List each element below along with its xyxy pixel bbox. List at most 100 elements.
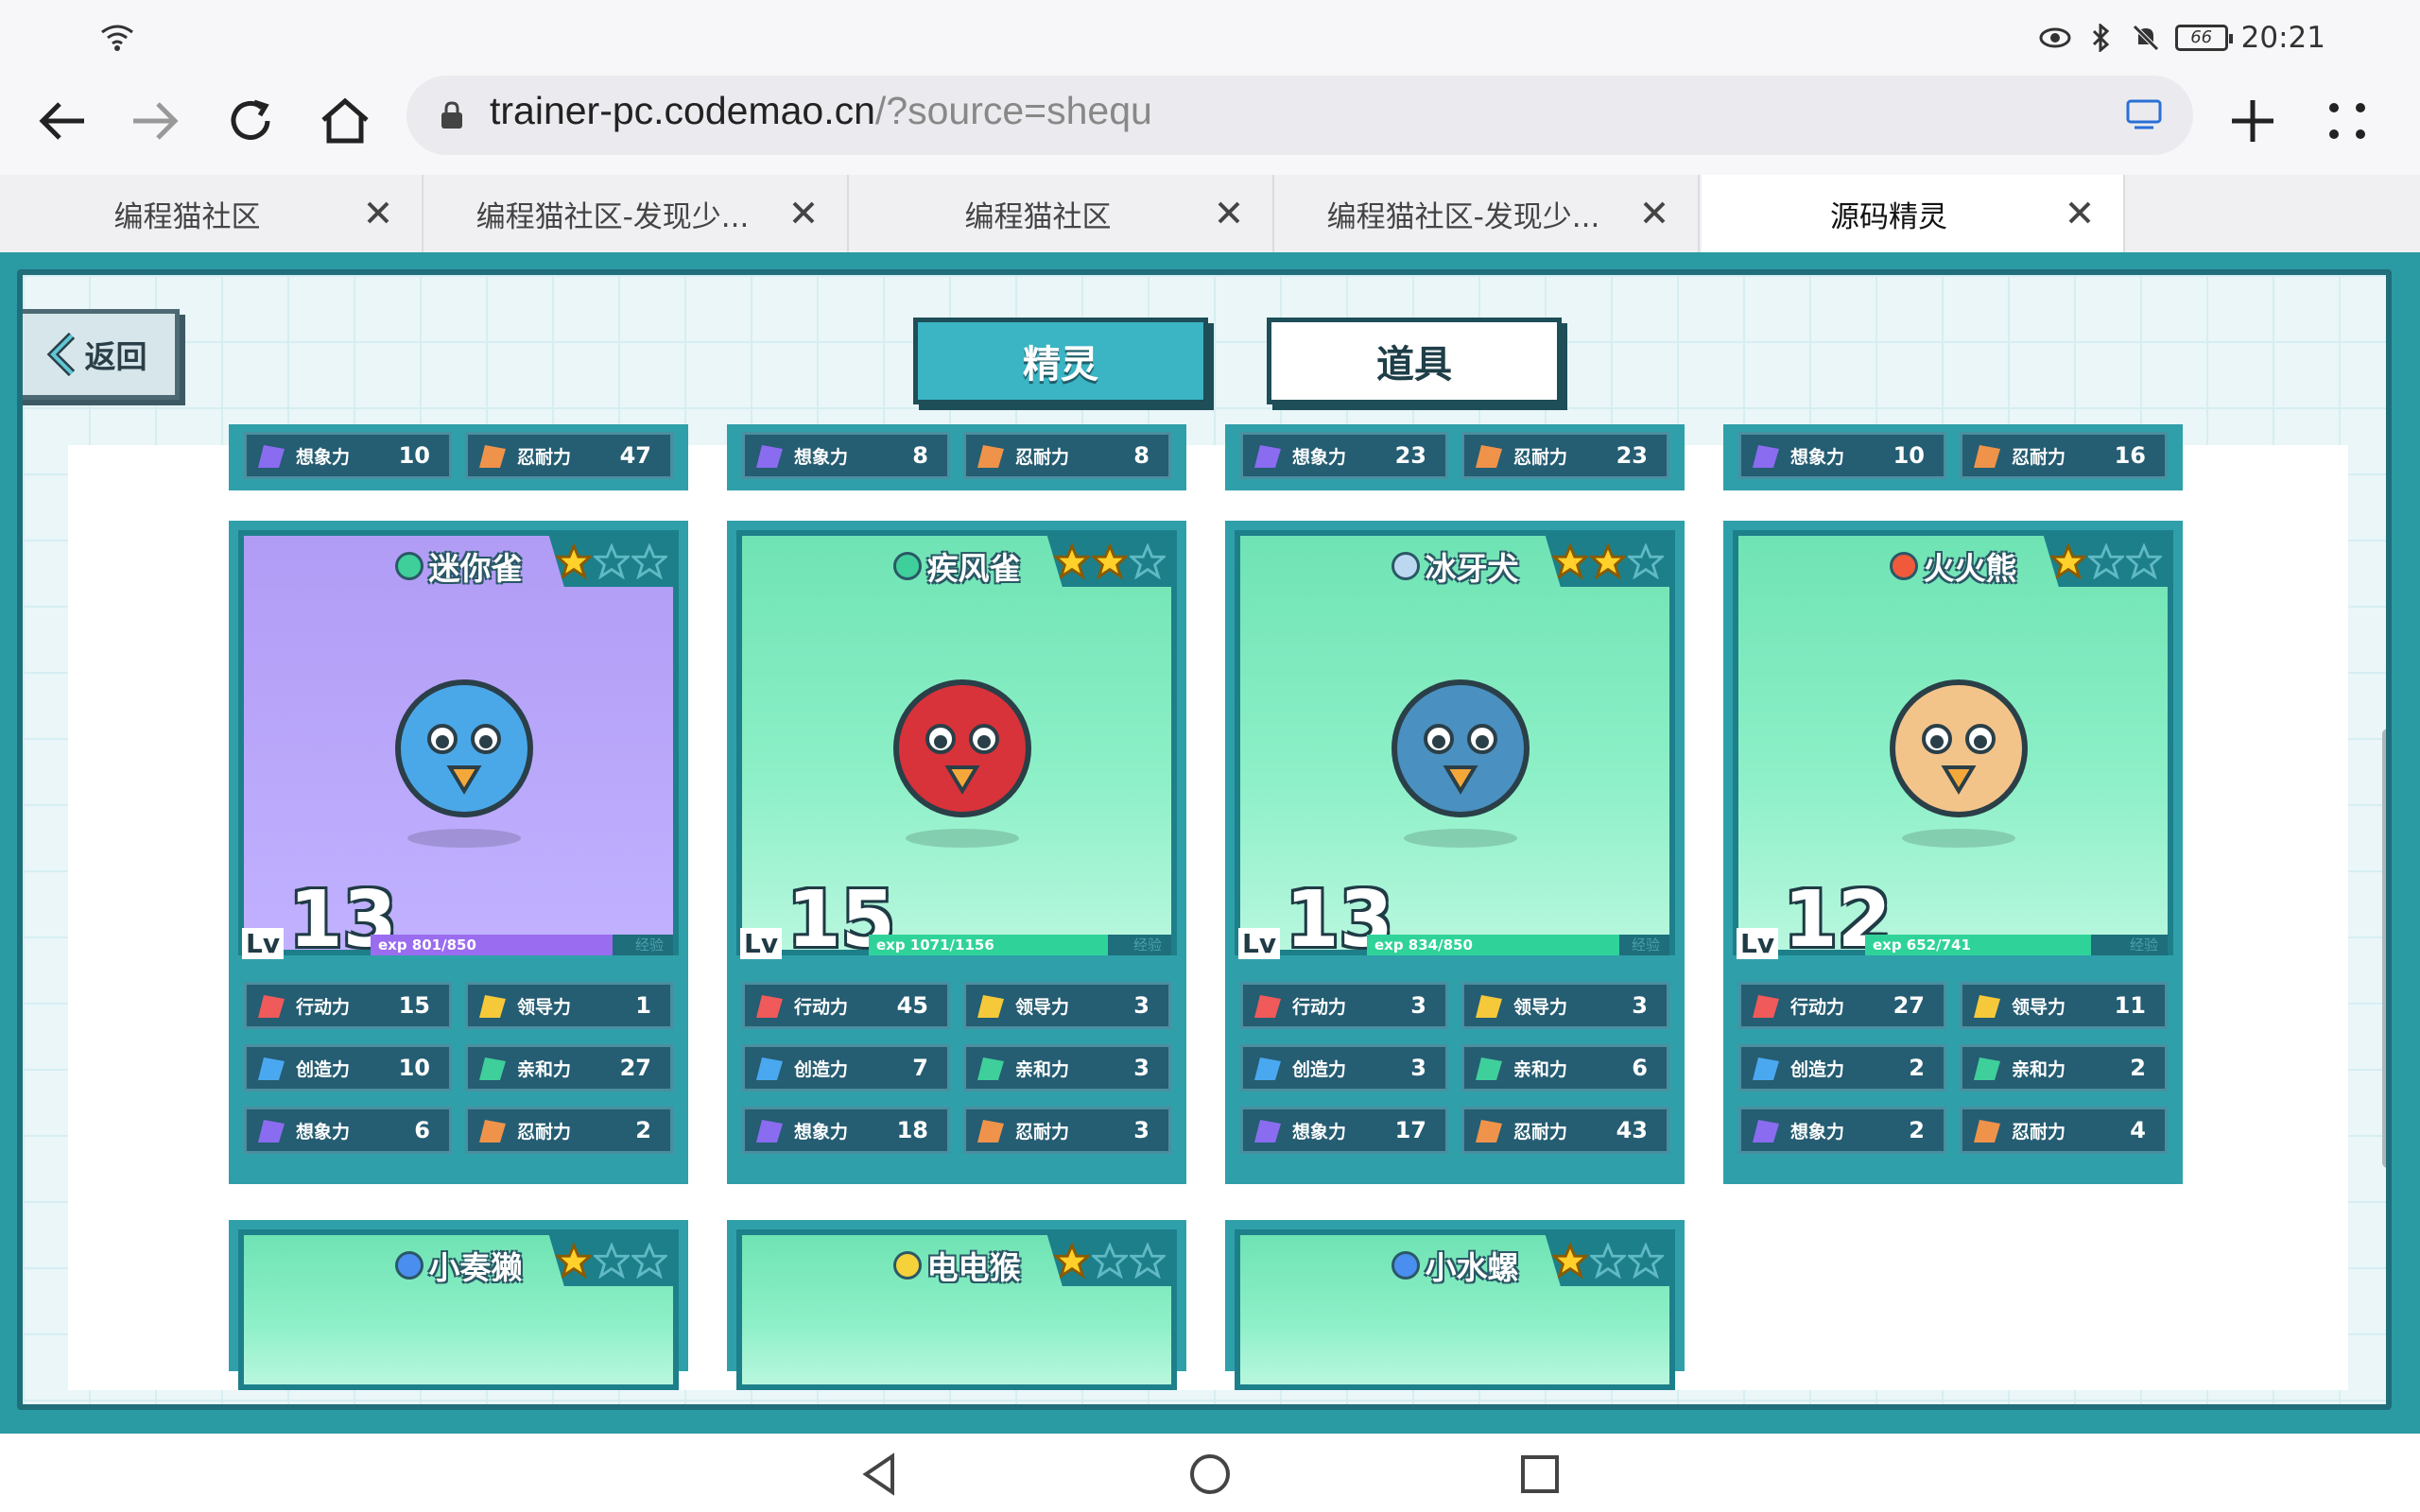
bluetooth-icon <box>2092 24 2109 52</box>
star-filled-icon <box>1092 543 1128 579</box>
address-bar[interactable]: trainer-pc.codemao.cn/?source=shequ <box>406 76 2193 155</box>
close-icon[interactable] <box>361 196 395 230</box>
nav-recents-icon[interactable] <box>1516 1451 1564 1498</box>
card-partial-top[interactable]: 想象力 8 忍耐力 8 <box>727 424 1186 490</box>
sprite-portrait: 小水螺 <box>1235 1229 1675 1390</box>
element-water-icon <box>1391 1251 1420 1280</box>
new-tab-button[interactable] <box>2220 88 2286 154</box>
exp-bar: exp 801/850 经验 <box>371 935 673 955</box>
mute-bell-icon <box>2132 25 2159 51</box>
star-filled-icon <box>556 1243 592 1279</box>
browser-tab[interactable]: 编程猫社区 <box>0 175 424 252</box>
stat-endure-icon <box>1974 1120 2000 1143</box>
stat-imagine-icon <box>756 1120 783 1143</box>
close-icon[interactable] <box>1637 196 1671 230</box>
sprite-card[interactable]: 冰牙犬 Lv 13 exp 834/850 经验 行动力 3 领导力 3 创造力 3 亲和力 6 想象力… <box>1225 521 1685 1184</box>
arrow-left-icon <box>39 102 84 140</box>
sprite-name: 冰牙犬 <box>1425 550 1519 587</box>
stat-endure-icon <box>1974 445 2000 468</box>
sprite-card-partial[interactable]: 小水螺 <box>1225 1220 1685 1390</box>
stat-imagine-icon <box>1254 445 1281 468</box>
stat-friend: 亲和力 6 <box>1461 1044 1669 1091</box>
game-viewport: 返回 精灵 道具 想象力 10 忍耐力 47 想象力 8 忍耐力 8 想象力 23 忍耐力 23 想象力… <box>0 252 2420 1434</box>
stat-lead-icon <box>1476 995 1502 1018</box>
star-empty-icon <box>1130 543 1166 579</box>
reload-button[interactable] <box>217 88 284 154</box>
star-empty-icon <box>1628 543 1664 579</box>
stat-endure-icon <box>977 445 1004 468</box>
stat-imagine: 想象力 23 <box>1240 432 1448 479</box>
scrollbar[interactable] <box>2382 729 2386 1168</box>
nav-home-icon[interactable] <box>1186 1451 1234 1498</box>
stat-move-icon <box>1753 995 1779 1018</box>
star-filled-icon <box>556 543 592 579</box>
tab-strip: 编程猫社区 编程猫社区-发现少... 编程猫社区 编程猫社区-发现少... 源码… <box>0 175 2420 252</box>
stats-grid: 行动力 15 领导力 1 创造力 10 亲和力 27 想象力 6 忍耐力 2 <box>244 982 673 1154</box>
stat-friend: 亲和力 3 <box>963 1044 1171 1091</box>
stat-endure: 忍耐力 43 <box>1461 1107 1669 1154</box>
browser-tab[interactable]: 编程猫社区-发现少... <box>425 175 849 252</box>
stat-endure: 忍耐力 16 <box>1960 432 2168 479</box>
back-button[interactable] <box>28 88 95 154</box>
stat-endure: 忍耐力 47 <box>465 432 673 479</box>
cast-screen-icon[interactable] <box>2125 98 2163 130</box>
stats-grid: 行动力 45 领导力 3 创造力 7 亲和力 3 想象力 18 忍耐力 3 <box>742 982 1171 1154</box>
sprite-card[interactable]: 火火熊 Lv 12 exp 652/741 经验 行动力 27 领导力 11 创造力 2 亲和力 2 想… <box>1723 521 2183 1184</box>
stat-create: 创造力 3 <box>1240 1044 1448 1091</box>
grid-menu-icon <box>2329 103 2365 139</box>
stat-endure-icon <box>977 1120 1004 1143</box>
browser-tab[interactable]: 编程猫社区-发现少... <box>1276 175 1700 252</box>
star-empty-icon <box>594 1243 630 1279</box>
card-partial-top[interactable]: 想象力 10 忍耐力 16 <box>1723 424 2183 490</box>
menu-button[interactable] <box>2314 88 2380 154</box>
sprite-name: 迷你雀 <box>428 550 523 587</box>
stat-imagine: 想象力 2 <box>1738 1107 1946 1154</box>
exp-bar: exp 652/741 经验 <box>1865 935 2168 955</box>
browser-tab[interactable]: 编程猫社区 <box>851 175 1274 252</box>
stat-create-icon <box>258 1057 285 1080</box>
url-text: trainer-pc.codemao.cn/?source=shequ <box>490 89 1152 132</box>
stat-endure-icon <box>479 1120 506 1143</box>
star-empty-icon <box>1590 1243 1626 1279</box>
tab-items[interactable]: 道具 <box>1267 318 1562 404</box>
status-bar: 66 20:21 <box>0 0 2420 71</box>
browser-tab-active[interactable]: 源码精灵 <box>1702 175 2125 252</box>
stat-friend-icon <box>977 1057 1004 1080</box>
sprite-card-partial[interactable]: 小奏獭 <box>229 1220 688 1390</box>
arrow-right-icon <box>133 102 179 140</box>
stat-imagine-icon <box>258 445 285 468</box>
star-filled-icon <box>1054 1243 1090 1279</box>
stat-endure-icon <box>1476 445 1502 468</box>
system-nav-bar <box>0 1434 2420 1512</box>
star-filled-icon <box>1552 1243 1588 1279</box>
card-partial-top[interactable]: 想象力 23 忍耐力 23 <box>1225 424 1685 490</box>
stat-lead-icon <box>977 995 1004 1018</box>
level-row: Lv 13 exp 801/850 经验 <box>238 882 679 961</box>
element-wind-icon <box>394 552 424 580</box>
star-filled-icon <box>2050 543 2086 579</box>
sprite-portrait: 电电猴 <box>736 1229 1177 1390</box>
wifi-icon <box>101 25 133 51</box>
sprite-card-partial[interactable]: 电电猴 <box>727 1220 1186 1390</box>
forward-button[interactable] <box>123 88 189 154</box>
home-button[interactable] <box>312 88 378 154</box>
return-button[interactable]: 返回 <box>23 309 180 400</box>
close-icon[interactable] <box>786 196 821 230</box>
stat-imagine: 想象力 18 <box>742 1107 950 1154</box>
card-partial-top[interactable]: 想象力 10 忍耐力 47 <box>229 424 688 490</box>
star-empty-icon <box>2088 543 2124 579</box>
star-empty-icon <box>1092 1243 1128 1279</box>
stat-lead: 领导力 3 <box>1461 982 1669 1029</box>
level-row: Lv 15 exp 1071/1156 经验 <box>736 882 1177 961</box>
tab-sprites[interactable]: 精灵 <box>913 318 1208 404</box>
sprite-name: 小水螺 <box>1425 1249 1519 1286</box>
close-icon[interactable] <box>2063 196 2097 230</box>
stat-endure: 忍耐力 2 <box>465 1107 673 1154</box>
sprite-card[interactable]: 迷你雀 Lv 13 exp 801/850 经验行动力 15 领导力 1 创造力 10 亲和力 27… <box>229 521 688 1184</box>
sprite-card[interactable]: 疾风雀 Lv 15 exp 1071/1156 经验 行动力 45 领导力 3 创造力 7 亲和力 3… <box>727 521 1186 1184</box>
element-ice-icon <box>1391 552 1420 580</box>
nav-back-icon[interactable] <box>856 1451 904 1498</box>
star-empty-icon <box>594 543 630 579</box>
stat-endure: 忍耐力 23 <box>1461 432 1669 479</box>
close-icon[interactable] <box>1212 196 1246 230</box>
